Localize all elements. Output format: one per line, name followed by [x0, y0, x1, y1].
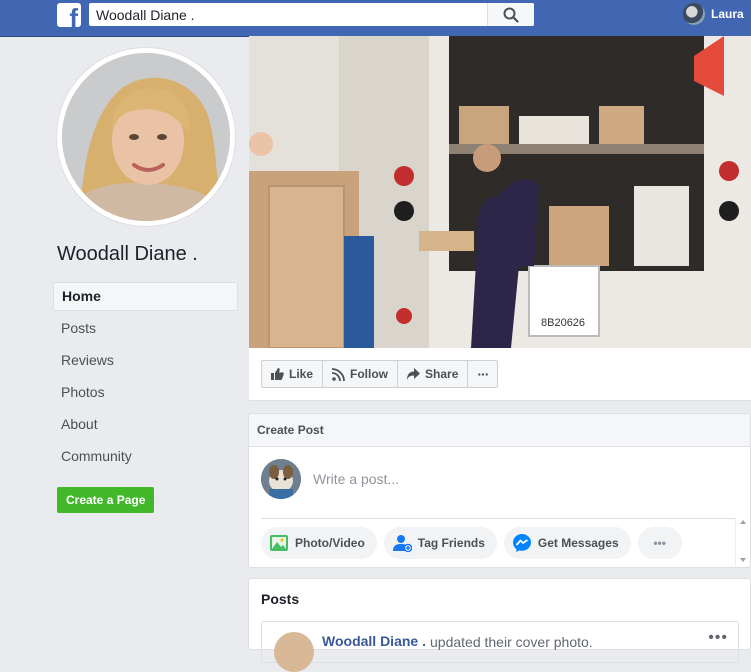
facebook-logo-icon[interactable]: f	[57, 3, 81, 31]
get-messages-button[interactable]: Get Messages	[503, 527, 631, 559]
tag-friends-button[interactable]: Tag Friends	[383, 527, 497, 559]
more-dots-icon: ···	[477, 366, 489, 382]
create-post-card: Create Post Write a post... Photo/Video	[248, 413, 751, 568]
share-arrow-icon	[407, 368, 421, 380]
share-label: Share	[425, 367, 459, 381]
post-action-text: updated their cover photo.	[430, 634, 593, 650]
search-icon	[503, 7, 519, 23]
composer-more-button[interactable]: •••	[637, 527, 682, 559]
page-title: Woodall Diane .	[57, 243, 198, 265]
composer-more-icon: •••	[653, 536, 666, 550]
post-options-icon[interactable]: •••	[708, 629, 728, 647]
nav-item-posts[interactable]: Posts	[53, 314, 238, 343]
top-navigation-bar: f Laura	[0, 0, 751, 37]
nav-item-about[interactable]: About	[53, 410, 238, 439]
post-author-avatar[interactable]	[274, 632, 314, 672]
post-author-link[interactable]: Woodall Diane .	[322, 633, 426, 649]
like-label: Like	[289, 367, 314, 381]
follow-button[interactable]: Follow	[323, 361, 399, 387]
user-avatar	[683, 3, 705, 25]
thumbs-up-icon	[271, 368, 284, 380]
posts-heading: Posts	[261, 591, 300, 607]
nav-item-community[interactable]: Community	[53, 442, 238, 471]
composer-buttons: Photo/Video Tag Friends Get Messages •••	[261, 527, 689, 559]
post-item: Woodall Diane . updated their cover phot…	[261, 621, 739, 672]
user-name: Laura	[711, 7, 744, 21]
create-page-button[interactable]: Create a Page	[57, 487, 155, 513]
search-input[interactable]	[96, 6, 486, 24]
cover-photo[interactable]: 8B20626	[249, 36, 751, 348]
nav-item-reviews[interactable]: Reviews	[53, 346, 238, 375]
follow-label: Follow	[350, 367, 389, 381]
page-action-bar: Like Follow Share ···	[249, 348, 751, 401]
profile-photo	[62, 53, 230, 221]
composer-avatar	[261, 459, 301, 499]
page-navigation: Home Posts Reviews Photos About Communit…	[53, 282, 238, 474]
composer-divider	[261, 518, 737, 519]
get-messages-label: Get Messages	[537, 536, 619, 550]
share-button[interactable]: Share	[398, 361, 469, 387]
nav-item-home[interactable]: Home	[53, 282, 238, 311]
profile-picture[interactable]	[57, 48, 235, 226]
tag-friends-label: Tag Friends	[417, 536, 485, 550]
messenger-icon	[512, 534, 531, 552]
rss-follow-icon	[332, 367, 345, 381]
tag-friends-icon	[392, 535, 412, 553]
photo-icon	[270, 535, 288, 551]
write-post-input[interactable]: Write a post...	[313, 471, 399, 487]
nav-item-photos[interactable]: Photos	[53, 378, 238, 407]
photo-video-button[interactable]: Photo/Video	[261, 527, 377, 559]
license-plate-text: 8B20626	[541, 317, 585, 329]
search-bar	[89, 3, 534, 26]
like-button[interactable]: Like	[262, 361, 324, 387]
more-options-button[interactable]: ···	[468, 361, 497, 387]
posts-card: Posts Woodall Diane . updated their cove…	[248, 578, 751, 672]
create-post-title: Create Post	[249, 414, 750, 447]
composer-scrollbar[interactable]	[735, 518, 750, 566]
action-button-group: Like Follow Share ···	[261, 360, 499, 388]
photo-video-label: Photo/Video	[295, 536, 365, 550]
search-button[interactable]	[487, 3, 534, 26]
